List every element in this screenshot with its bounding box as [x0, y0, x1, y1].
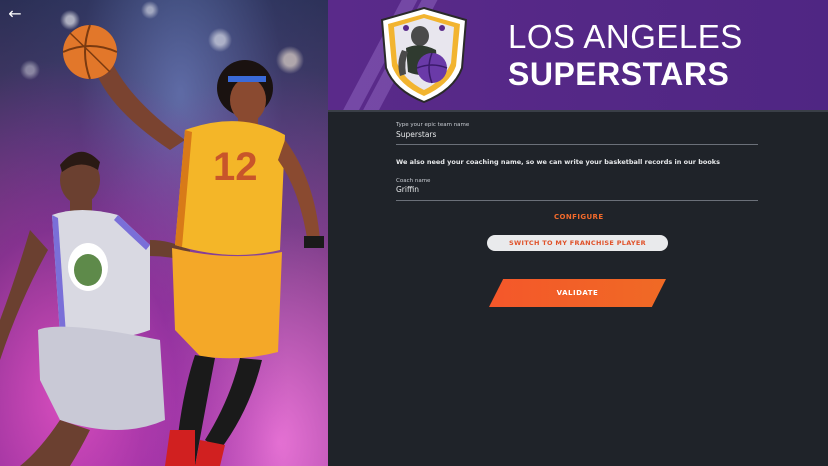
players-illustration: 12	[0, 24, 324, 466]
hero-artwork: 12 ←	[0, 0, 328, 466]
defender-player	[0, 151, 190, 466]
coaching-info-text: We also need your coaching name, so we c…	[396, 158, 720, 166]
validate-button[interactable]: VALIDATE	[489, 279, 666, 307]
team-name-title: SUPERSTARS	[508, 56, 730, 92]
team-name-underline	[396, 144, 758, 145]
switch-franchise-player-button[interactable]: SWITCH TO MY FRANCHISE PLAYER	[487, 235, 668, 251]
team-name-label: Type your epic team name	[396, 122, 470, 128]
team-setup-form: Type your epic team name Superstars We a…	[328, 112, 828, 466]
back-arrow-icon[interactable]: ←	[6, 5, 24, 23]
team-crest-icon	[380, 6, 468, 104]
coach-name-input[interactable]: Griffin	[396, 185, 419, 194]
configure-link[interactable]: CONFIGURE	[554, 213, 604, 221]
validate-button-label: VALIDATE	[556, 289, 599, 297]
team-city-title: LOS ANGELES	[508, 18, 743, 55]
jersey-number: 12	[213, 145, 258, 189]
coach-name-underline	[396, 200, 758, 201]
coach-name-label: Coach name	[396, 178, 431, 184]
team-header: LOS ANGELES SUPERSTARS	[328, 0, 828, 110]
team-name-input[interactable]: Superstars	[396, 130, 436, 139]
